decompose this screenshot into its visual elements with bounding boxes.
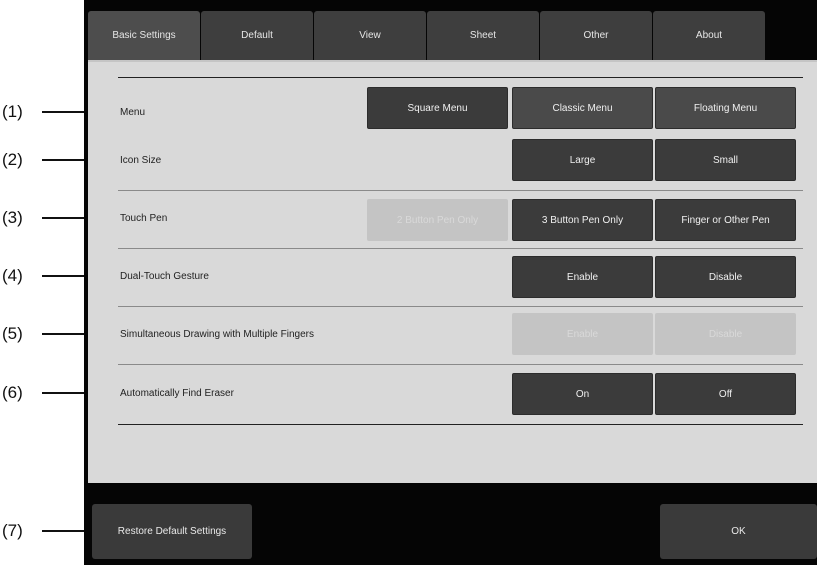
simultaneous-disable-button[interactable]: Disable — [655, 313, 796, 355]
finger-other-pen-button[interactable]: Finger or Other Pen — [655, 199, 796, 241]
find-eraser-off-button[interactable]: Off — [655, 373, 796, 415]
ok-button[interactable]: OK — [660, 504, 817, 559]
dual-touch-label: Dual-Touch Gesture — [120, 270, 209, 282]
tab-default[interactable]: Default — [201, 11, 313, 60]
tab-view[interactable]: View — [314, 11, 426, 60]
find-eraser-on-button[interactable]: On — [512, 373, 653, 415]
divider — [118, 248, 803, 249]
divider — [118, 190, 803, 191]
divider — [118, 306, 803, 307]
dual-touch-disable-button[interactable]: Disable — [655, 256, 796, 298]
callout-number: (4) — [2, 266, 23, 285]
bottom-divider — [118, 424, 803, 425]
floating-menu-button[interactable]: Floating Menu — [655, 87, 796, 129]
simultaneous-enable-button[interactable]: Enable — [512, 313, 653, 355]
two-button-pen-button[interactable]: 2 Button Pen Only — [367, 199, 508, 241]
tab-sheet[interactable]: Sheet — [427, 11, 539, 60]
large-icon-button[interactable]: Large — [512, 139, 653, 181]
top-divider — [118, 77, 803, 78]
divider — [118, 364, 803, 365]
tab-about[interactable]: About — [653, 11, 765, 60]
small-icon-button[interactable]: Small — [655, 139, 796, 181]
simultaneous-drawing-label: Simultaneous Drawing with Multiple Finge… — [120, 328, 314, 340]
callout-number: (5) — [2, 324, 23, 343]
classic-menu-button[interactable]: Classic Menu — [512, 87, 653, 129]
touch-pen-label: Touch Pen — [120, 212, 168, 224]
square-menu-button[interactable]: Square Menu — [367, 87, 508, 129]
callout-number: (7) — [2, 521, 23, 540]
find-eraser-label: Automatically Find Eraser — [120, 387, 234, 399]
callout-number: (2) — [2, 150, 23, 169]
icon-size-label: Icon Size — [120, 154, 162, 166]
three-button-pen-button[interactable]: 3 Button Pen Only — [512, 199, 653, 241]
tab-other[interactable]: Other — [540, 11, 652, 60]
dual-touch-enable-button[interactable]: Enable — [512, 256, 653, 298]
menu-label: Menu — [120, 106, 146, 118]
tab-basic-settings[interactable]: Basic Settings — [88, 11, 200, 60]
restore-default-button[interactable]: Restore Default Settings — [92, 504, 252, 559]
callout-number: (1) — [2, 102, 23, 121]
callout-number: (3) — [2, 208, 23, 227]
callout-number: (6) — [2, 383, 23, 402]
